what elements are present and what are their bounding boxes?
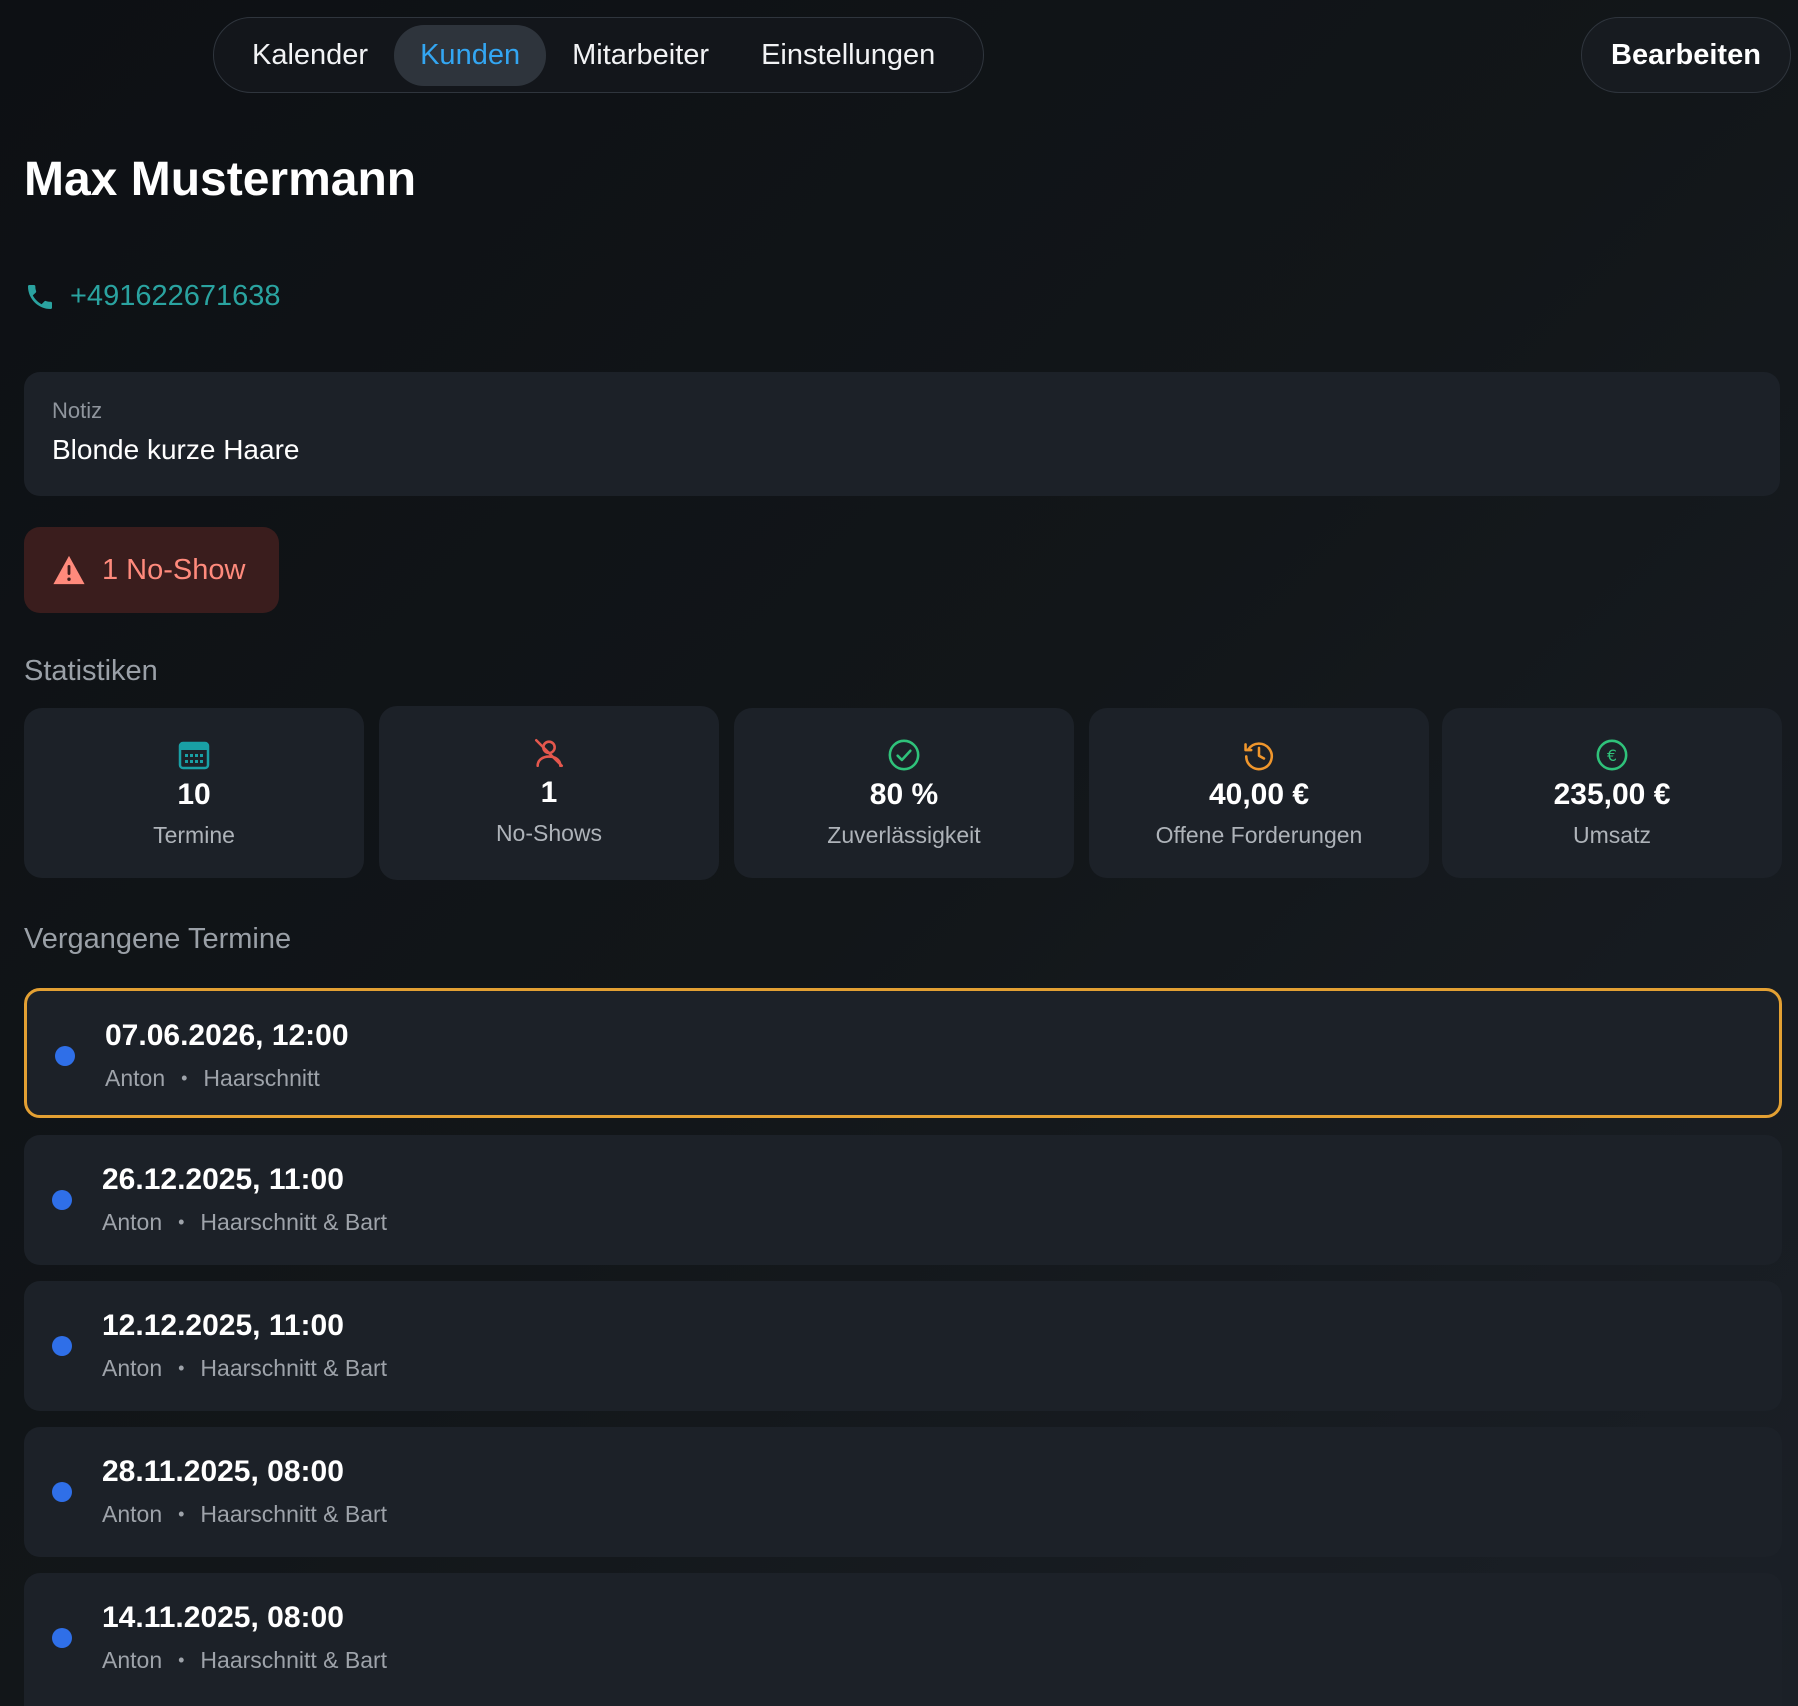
stat-card-offene-forderungen: 40,00 € Offene Forderungen (1089, 708, 1429, 878)
separator-dot: • (178, 1212, 185, 1232)
appointment-service: Haarschnitt (203, 1065, 320, 1091)
noshow-badge: 1 No-Show (24, 527, 279, 613)
appointment-row[interactable]: 14.11.2025, 08:00 Anton • Haarschnitt & … (24, 1573, 1782, 1706)
appointment-meta: Anton • Haarschnitt & Bart (102, 1209, 387, 1236)
appointment-meta: Anton • Haarschnitt & Bart (102, 1355, 387, 1382)
appointment-date: 26.12.2025, 11:00 (102, 1163, 344, 1196)
note-text: Blonde kurze Haare (52, 434, 300, 465)
stat-label: Termine (153, 822, 235, 848)
no-person-icon (532, 736, 566, 770)
appointment-service: Haarschnitt & Bart (200, 1501, 388, 1527)
appointment-staff: Anton (102, 1647, 163, 1673)
separator-dot: • (178, 1358, 185, 1378)
check-circle-icon (887, 738, 921, 772)
noshow-text: 1 No-Show (102, 553, 246, 586)
appointment-date: 14.11.2025, 08:00 (102, 1601, 344, 1634)
status-dot (52, 1336, 72, 1356)
stat-value: 1 (540, 776, 558, 809)
stats-title: Statistiken (24, 655, 158, 687)
tab-mitarbeiter[interactable]: Mitarbeiter (546, 25, 735, 86)
separator-dot: • (178, 1650, 185, 1670)
appointment-row[interactable]: 28.11.2025, 08:00 Anton • Haarschnitt & … (24, 1427, 1782, 1557)
separator-dot: • (181, 1068, 188, 1088)
stats-row: 10 Termine 1 No-Shows 80 % Zuverlässigke… (24, 706, 1782, 880)
status-dot (52, 1482, 72, 1502)
phone-number: +491622671638 (70, 280, 281, 312)
euro-circle-icon: € (1595, 738, 1629, 772)
appointment-staff: Anton (102, 1209, 163, 1235)
appointment-row[interactable]: 07.06.2026, 12:00 Anton • Haarschnitt (24, 988, 1782, 1118)
stat-value: 80 % (869, 778, 939, 811)
status-dot (52, 1190, 72, 1210)
appointments-title: Vergangene Termine (24, 923, 292, 955)
phone-link[interactable]: +491622671638 (24, 280, 280, 313)
tab-kunden[interactable]: Kunden (394, 24, 547, 86)
appointment-date: 28.11.2025, 08:00 (102, 1455, 344, 1488)
appointment-date: 12.12.2025, 11:00 (102, 1309, 344, 1342)
warning-icon (52, 554, 86, 586)
appointment-staff: Anton (105, 1065, 166, 1091)
stat-card-umsatz: € 235,00 € Umsatz (1442, 708, 1782, 878)
appointment-service: Haarschnitt & Bart (200, 1647, 388, 1673)
stat-card-termine: 10 Termine (24, 708, 364, 878)
appointment-service: Haarschnitt & Bart (200, 1355, 388, 1381)
stat-value: 10 (177, 778, 211, 811)
calendar-icon (177, 738, 211, 772)
customer-name: Max Mustermann (24, 153, 417, 206)
phone-icon (24, 281, 56, 313)
edit-button[interactable]: Bearbeiten (1581, 17, 1791, 93)
status-dot (52, 1628, 72, 1648)
stat-label: No-Shows (495, 820, 603, 846)
stat-label: Offene Forderungen (1155, 822, 1363, 848)
appointment-row[interactable]: 26.12.2025, 11:00 Anton • Haarschnitt & … (24, 1135, 1782, 1265)
appointment-row[interactable]: 12.12.2025, 11:00 Anton • Haarschnitt & … (24, 1281, 1782, 1411)
appointment-service: Haarschnitt & Bart (200, 1209, 388, 1235)
tab-einstellungen[interactable]: Einstellungen (735, 25, 961, 86)
separator-dot: • (178, 1504, 185, 1524)
stat-value: 235,00 € (1553, 778, 1671, 811)
appointment-staff: Anton (102, 1355, 163, 1381)
stat-card-zuverlaessigkeit: 80 % Zuverlässigkeit (734, 708, 1074, 878)
appointment-date: 07.06.2026, 12:00 (105, 1019, 349, 1052)
appointment-meta: Anton • Haarschnitt & Bart (102, 1647, 387, 1674)
appointment-meta: Anton • Haarschnitt (105, 1065, 320, 1092)
stat-card-noshows: 1 No-Shows (379, 706, 719, 880)
status-dot (55, 1046, 75, 1066)
note-label: Notiz (52, 398, 103, 423)
svg-text:€: € (1607, 747, 1617, 765)
stat-label: Umsatz (1573, 822, 1651, 848)
note-card: Notiz Blonde kurze Haare (24, 372, 1780, 496)
appointment-staff: Anton (102, 1501, 163, 1527)
main-nav: Kalender Kunden Mitarbeiter Einstellunge… (213, 17, 985, 93)
stat-label: Zuverlässigkeit (827, 822, 981, 848)
appointment-meta: Anton • Haarschnitt & Bart (102, 1501, 387, 1528)
stat-value: 40,00 € (1208, 778, 1310, 811)
tab-kalender[interactable]: Kalender (226, 25, 394, 86)
history-clock-icon (1242, 738, 1276, 772)
